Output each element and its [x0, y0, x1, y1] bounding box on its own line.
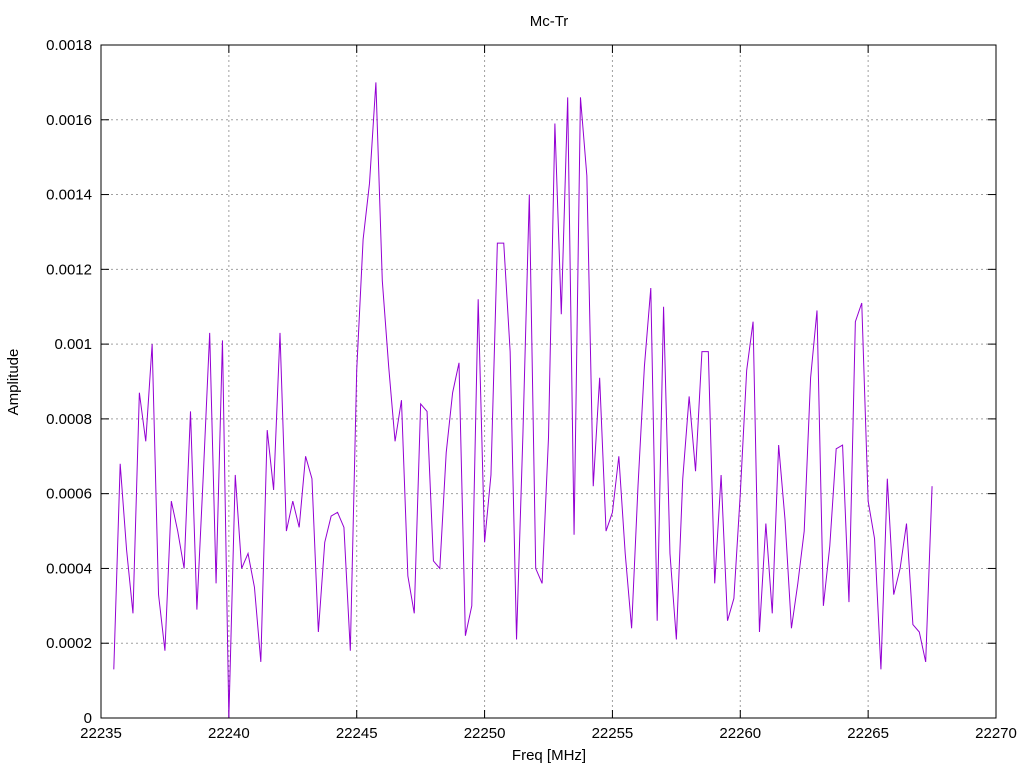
y-axis-label: Amplitude — [5, 349, 22, 416]
y-tick-label: 0.0002 — [46, 635, 92, 652]
y-tick-label: 0.0008 — [46, 411, 92, 428]
y-tick-label: 0.001 — [54, 336, 92, 353]
x-tick-label: 22270 — [975, 725, 1017, 742]
x-tick-label: 22265 — [847, 725, 889, 742]
y-tick-label: 0.0016 — [46, 112, 92, 129]
x-tick-label: 22235 — [80, 725, 122, 742]
x-axis-label: Freq [MHz] — [512, 747, 586, 764]
x-tick-label: 22260 — [719, 725, 761, 742]
y-tick-label: 0.0012 — [46, 261, 92, 278]
line-chart: 22235 22240 22245 22250 22255 22260 22265 22270… — [0, 0, 1024, 768]
x-tick-label: 22240 — [208, 725, 250, 742]
x-tick-label: 22245 — [336, 725, 378, 742]
y-tick-label: 0.0014 — [46, 187, 92, 204]
chart-title: Mc-Tr — [530, 13, 569, 30]
y-tick-label: 0.0018 — [46, 37, 92, 54]
chart-container: 22235 22240 22245 22250 22255 22260 22265 22270… — [0, 0, 1024, 768]
y-tick-label: 0.0006 — [46, 486, 92, 503]
x-tick-label: 22250 — [464, 725, 506, 742]
y-tick-label: 0 — [84, 710, 92, 727]
y-tick-label: 0.0004 — [46, 560, 92, 577]
x-tick-label: 22255 — [592, 725, 634, 742]
